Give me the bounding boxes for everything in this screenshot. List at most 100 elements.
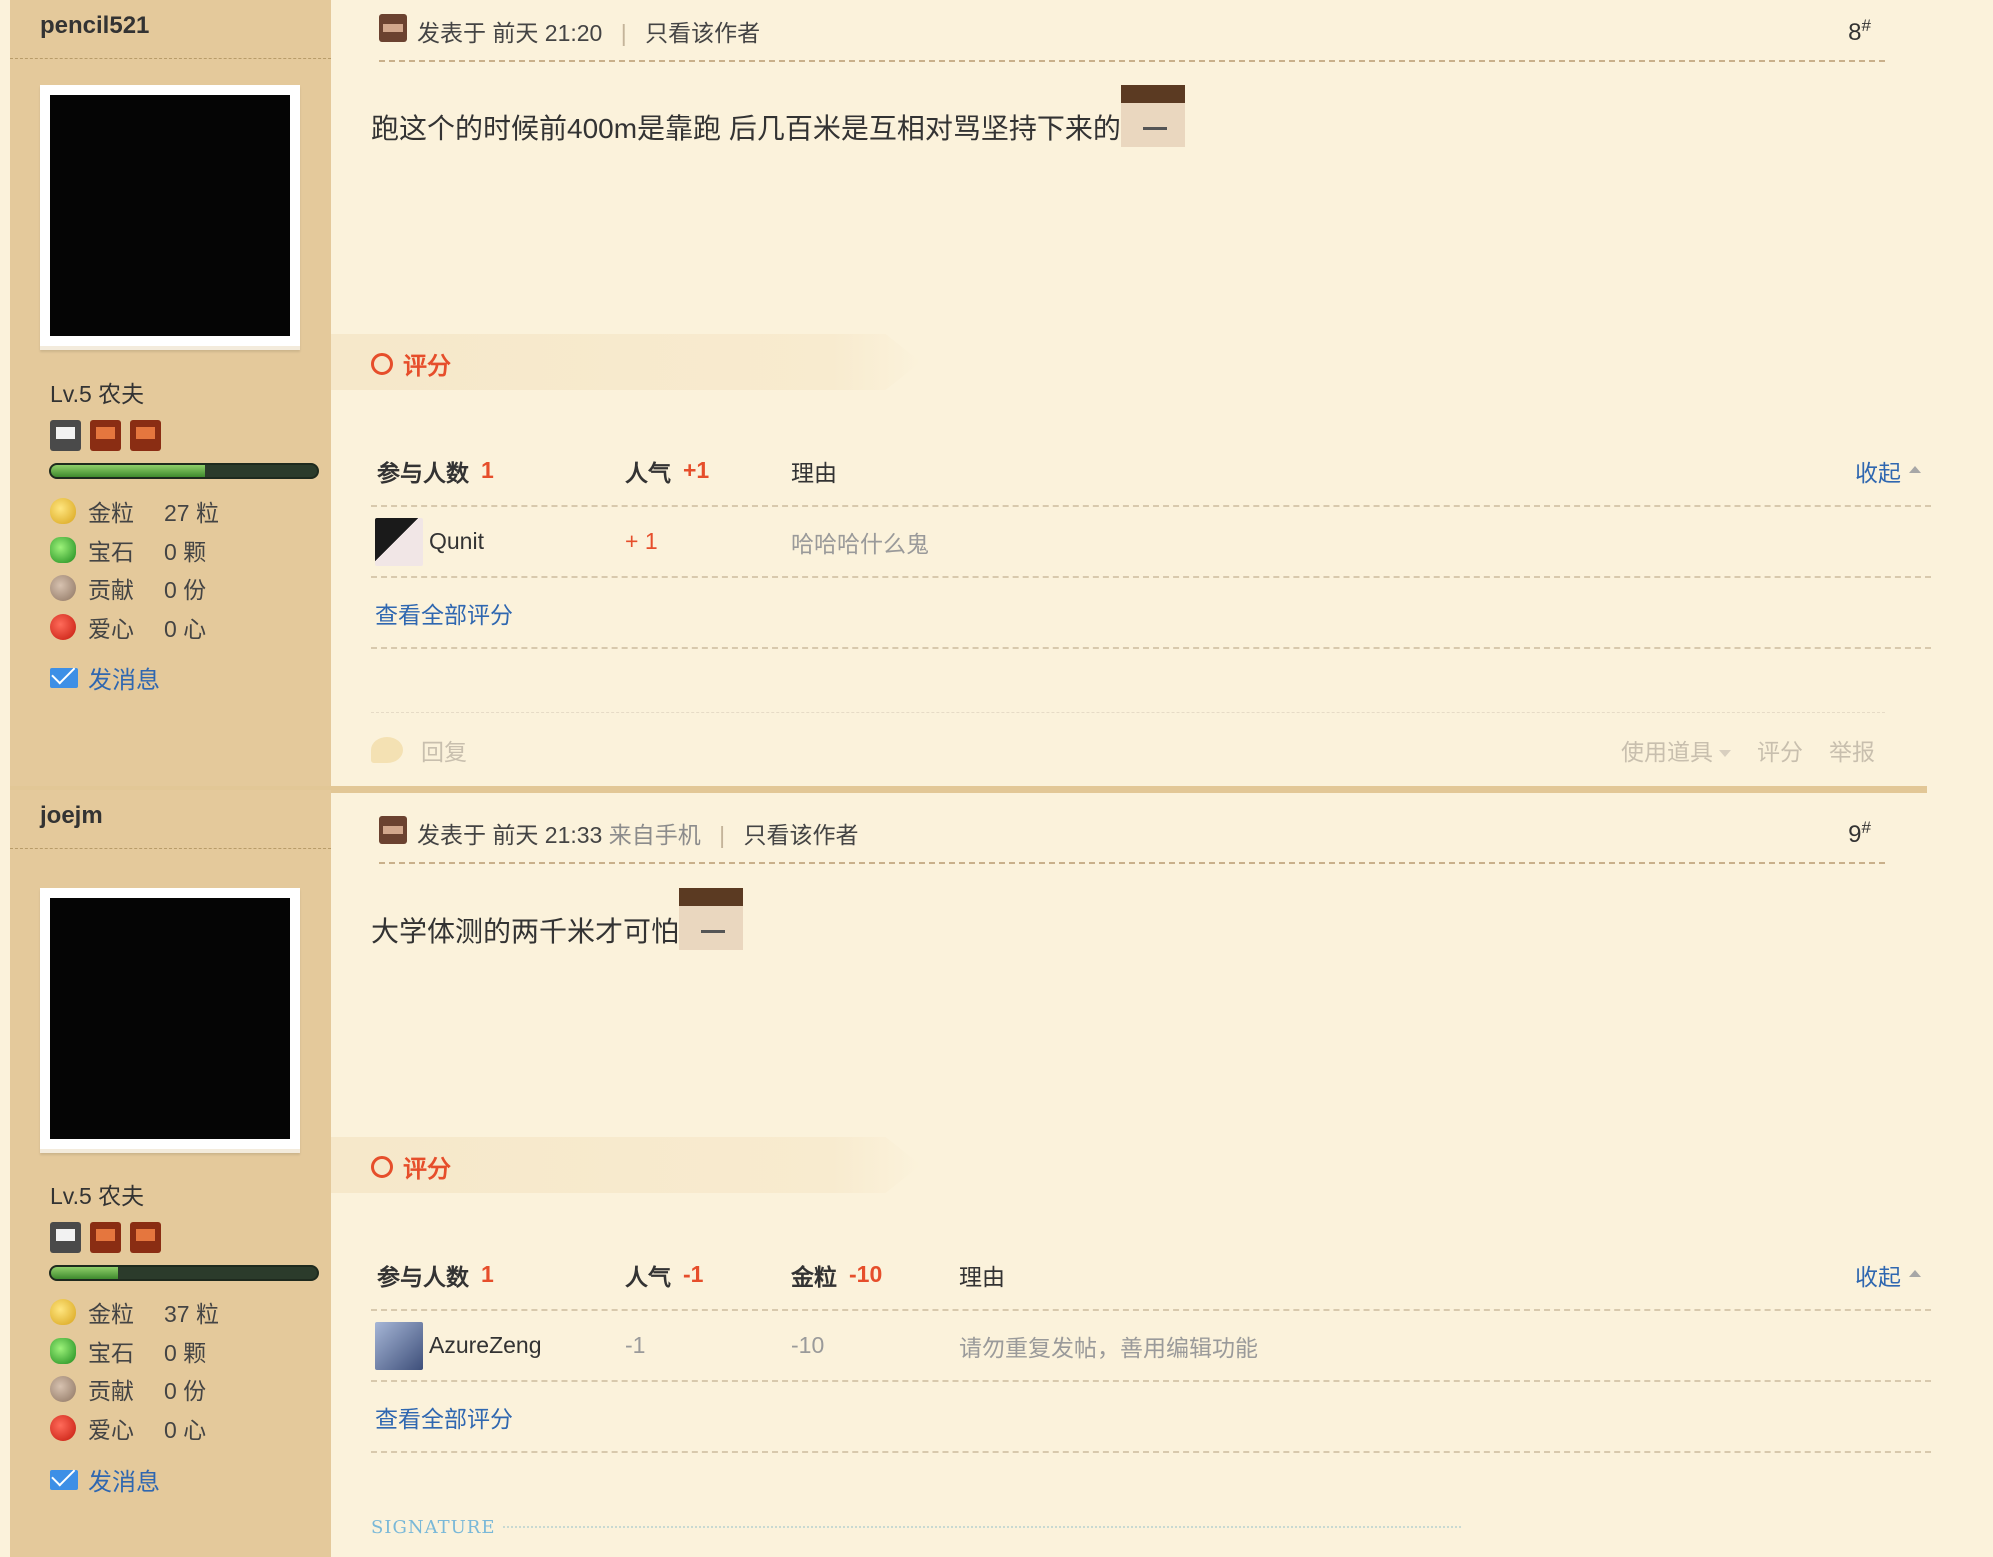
popularity-header: 人气 -1 bbox=[625, 1240, 703, 1309]
signature-divider: SIGNATURE bbox=[371, 1512, 1461, 1542]
rating-header-row: 参与人数 1 人气 -1 金粒 -10 理由 收起 bbox=[371, 1240, 1931, 1311]
collapse-label: 收起 bbox=[1855, 1263, 1901, 1290]
mini-avatar-icon bbox=[379, 14, 407, 42]
send-message-link[interactable]: 发消息 bbox=[50, 660, 160, 695]
rater-name[interactable]: Qunit bbox=[429, 528, 484, 555]
post-header: 发表于 前天 21:33 来自手机 | 只看该作者 9# bbox=[379, 812, 1885, 864]
rating-header-row: 参与人数 1 人气 +1 理由 收起 bbox=[371, 436, 1931, 507]
use-item-button[interactable]: 使用道具 bbox=[1621, 733, 1731, 767]
stat-label: 爱心 bbox=[88, 615, 134, 642]
stat-value: 0 心 bbox=[164, 615, 207, 642]
column-label: 人气 bbox=[625, 1263, 671, 1290]
report-button[interactable]: 举报 bbox=[1829, 733, 1875, 767]
send-message-label: 发消息 bbox=[88, 1469, 160, 1496]
medal-icon[interactable] bbox=[50, 420, 81, 451]
posted-time: 前天 21:33 bbox=[492, 822, 603, 848]
mini-avatar-icon bbox=[379, 816, 407, 844]
circle-icon bbox=[371, 352, 393, 375]
posted-label: 发表于 bbox=[417, 822, 486, 848]
floor-mark: # bbox=[1861, 16, 1871, 35]
stat-love: 爱心 0 心 bbox=[50, 608, 219, 647]
reason-header: 理由 bbox=[959, 1263, 1005, 1290]
rater-name[interactable]: AzureZeng bbox=[429, 1332, 542, 1359]
smiley-emoticon-icon bbox=[679, 888, 744, 950]
chevron-down-icon bbox=[1719, 750, 1731, 758]
rating-table: 参与人数 1 人气 -1 金粒 -10 理由 收起 AzureZeng -1 -10 … bbox=[371, 1240, 1931, 1453]
stat-value: 0 份 bbox=[164, 577, 207, 604]
author-sidebar: pencil521 Lv.5 农夫 金粒 27 粒 宝石 0 颗 贡献 0 份 爱心 0… bbox=[10, 0, 331, 790]
rating-row: Qunit + 1 哈哈哈什么鬼 bbox=[371, 507, 1931, 578]
divider bbox=[10, 58, 331, 59]
medal-icon[interactable] bbox=[130, 420, 161, 451]
column-label: 金粒 bbox=[791, 1263, 837, 1290]
floor-number[interactable]: 8# bbox=[1848, 16, 1871, 47]
rating-reason: 请勿重复发帖，善用编辑功能 bbox=[959, 1334, 1258, 1361]
experience-bar bbox=[49, 463, 319, 479]
caret-up-icon bbox=[1909, 465, 1921, 473]
gem-icon bbox=[50, 536, 76, 563]
gold-icon bbox=[50, 498, 76, 525]
rater-cell[interactable]: AzureZeng bbox=[375, 1311, 542, 1380]
column-label: 人气 bbox=[625, 459, 671, 486]
medal-icon[interactable] bbox=[50, 1222, 81, 1253]
author-sidebar: joejm Lv.5 农夫 金粒 37 粒 宝石 0 颗 贡献 0 份 爱心 0 心 发… bbox=[10, 790, 331, 1557]
envelope-icon bbox=[50, 1469, 78, 1490]
avatar-image bbox=[50, 95, 290, 336]
stat-gold: 金粒 37 粒 bbox=[50, 1293, 219, 1332]
signature-line bbox=[503, 1526, 1461, 1528]
user-level: Lv.5 农夫 bbox=[50, 381, 145, 407]
collapse-label: 收起 bbox=[1855, 459, 1901, 486]
only-author-link[interactable]: 只看该作者 bbox=[744, 822, 859, 848]
only-author-link[interactable]: 只看该作者 bbox=[645, 20, 760, 46]
divider bbox=[10, 848, 331, 849]
participants-cell: 参与人数 1 bbox=[377, 1240, 494, 1309]
stat-gem: 宝石 0 颗 bbox=[50, 1332, 219, 1371]
medal-icon[interactable] bbox=[130, 1222, 161, 1253]
stat-value: 0 颗 bbox=[164, 1339, 207, 1366]
participants-count: 1 bbox=[481, 1261, 494, 1287]
stat-label: 贡献 bbox=[88, 1378, 134, 1405]
avatar-image bbox=[50, 898, 290, 1139]
rating-title-label: 评分 bbox=[403, 353, 451, 380]
stat-value: 0 心 bbox=[164, 1416, 207, 1443]
participants-cell: 参与人数 1 bbox=[377, 436, 494, 505]
popularity-header: 人气 +1 bbox=[625, 436, 709, 505]
posted-from: 来自手机 bbox=[608, 822, 701, 848]
avatar[interactable] bbox=[40, 888, 300, 1153]
author-name[interactable]: joejm bbox=[40, 802, 103, 830]
stat-value: 0 份 bbox=[164, 1378, 207, 1405]
send-message-link[interactable]: 发消息 bbox=[50, 1462, 160, 1497]
post-header: 发表于 前天 21:20 | 只看该作者 8# bbox=[379, 10, 1885, 62]
rater-cell[interactable]: Qunit bbox=[375, 507, 484, 576]
column-total: -1 bbox=[683, 1261, 704, 1287]
author-name[interactable]: pencil521 bbox=[40, 12, 149, 40]
rater-avatar[interactable] bbox=[375, 517, 423, 566]
post-main: 发表于 前天 21:20 | 只看该作者 8# 跑这个的时候前400m是靠跑 后… bbox=[331, 0, 1993, 790]
floor-number[interactable]: 9# bbox=[1848, 818, 1871, 849]
contribution-icon bbox=[50, 575, 76, 602]
rater-avatar[interactable] bbox=[375, 1321, 423, 1370]
post-text: 跑这个的时候前400m是靠跑 后几百米是互相对骂坚持下来的 bbox=[371, 113, 1121, 144]
reply-bubble-icon bbox=[371, 737, 403, 763]
participants-label: 参与人数 bbox=[377, 1263, 469, 1290]
experience-fill bbox=[51, 465, 206, 477]
medal-icon[interactable] bbox=[90, 1222, 121, 1253]
medal-icon[interactable] bbox=[90, 420, 121, 451]
heart-icon bbox=[50, 613, 76, 640]
reply-button[interactable]: 回复 bbox=[371, 733, 467, 767]
avatar[interactable] bbox=[40, 85, 300, 350]
view-all-ratings-link[interactable]: 查看全部评分 bbox=[375, 1382, 513, 1451]
rating-title: 评分 bbox=[371, 1149, 451, 1184]
stat-gem: 宝石 0 颗 bbox=[50, 531, 219, 570]
collapse-button[interactable]: 收起 bbox=[1855, 436, 1921, 505]
gold-header: 金粒 -10 bbox=[791, 1240, 882, 1309]
separator: | bbox=[620, 20, 627, 46]
rate-button[interactable]: 评分 bbox=[1757, 733, 1803, 767]
view-all-ratings-link[interactable]: 查看全部评分 bbox=[375, 578, 513, 647]
participants-label: 参与人数 bbox=[377, 459, 469, 486]
collapse-button[interactable]: 收起 bbox=[1855, 1240, 1921, 1309]
heart-icon bbox=[50, 1414, 76, 1441]
user-level: Lv.5 农夫 bbox=[50, 1183, 145, 1209]
rating-title: 评分 bbox=[371, 346, 451, 381]
reply-label: 回复 bbox=[421, 739, 467, 765]
